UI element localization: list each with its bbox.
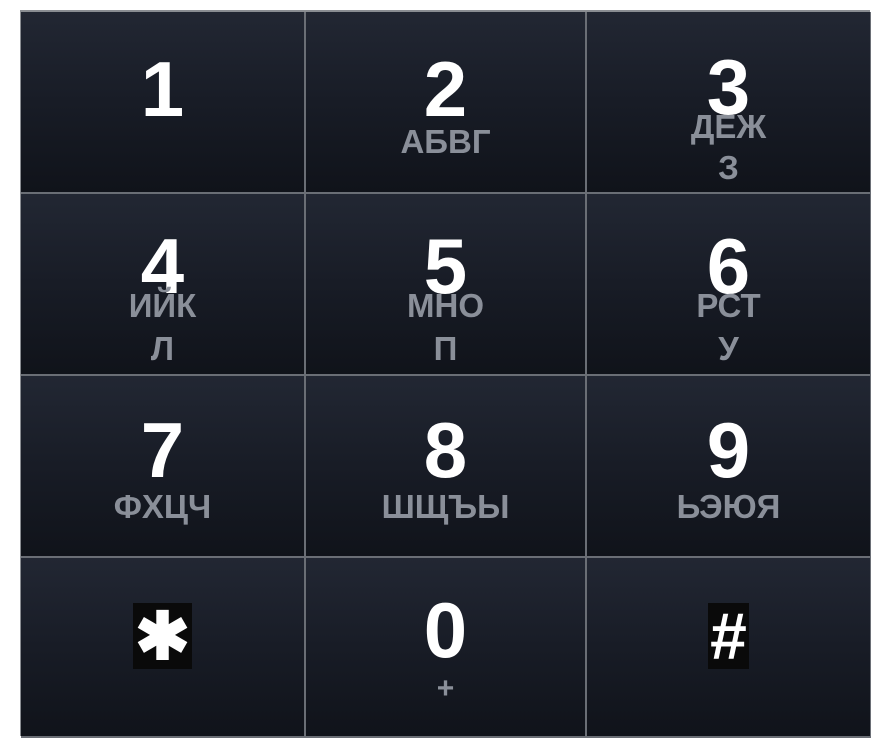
key-9[interactable]: 9 ЬЭЮЯ <box>587 376 871 558</box>
key-0[interactable]: 0 + <box>306 558 587 738</box>
key-7[interactable]: 7 ФХЦЧ <box>21 376 306 558</box>
key-digit: 7 <box>140 406 185 494</box>
key-digit: 2 <box>423 45 468 133</box>
key-letters-line1: ИЙК <box>128 287 197 324</box>
key-5[interactable]: 5 МНО П <box>306 194 587 376</box>
asterisk-icon: ✱ <box>21 603 304 669</box>
key-6[interactable]: 6 РСТ У <box>587 194 871 376</box>
asterisk-glyph: ✱ <box>132 599 193 673</box>
hash-icon: # <box>587 603 870 669</box>
dial-keypad: 1 2 АБВГ 3 ДЕЖ З 4 ИЙК Л 5 МНО П 6 РСТ У… <box>20 10 871 738</box>
key-2[interactable]: 2 АБВГ <box>306 12 587 194</box>
key-4[interactable]: 4 ИЙК Л <box>21 194 306 376</box>
key-letters-line1: ДЕЖ <box>690 108 767 145</box>
key-letters-line2: Л <box>150 330 175 367</box>
key-digit: 1 <box>140 45 185 133</box>
key-letters-line2: П <box>433 330 458 367</box>
key-letters: ШЩЪЫ <box>381 488 510 525</box>
key-star[interactable]: ✱ <box>21 558 306 738</box>
key-letters: + <box>436 672 455 705</box>
hash-glyph: # <box>708 599 749 673</box>
key-letters: ЬЭЮЯ <box>676 488 781 525</box>
key-letters: ФХЦЧ <box>113 488 212 525</box>
key-hash[interactable]: # <box>587 558 871 738</box>
key-digit: 0 <box>423 586 468 674</box>
key-letters: АБВГ <box>400 123 491 160</box>
key-letters-line2: У <box>718 330 739 367</box>
key-3[interactable]: 3 ДЕЖ З <box>587 12 871 194</box>
key-1[interactable]: 1 <box>21 12 306 194</box>
key-letters-line1: РСТ <box>696 287 761 324</box>
key-8[interactable]: 8 ШЩЪЫ <box>306 376 587 558</box>
key-letters-line1: МНО <box>407 287 484 324</box>
key-letters-line2: З <box>718 149 739 186</box>
key-digit: 9 <box>706 406 751 494</box>
key-digit: 8 <box>423 406 468 494</box>
